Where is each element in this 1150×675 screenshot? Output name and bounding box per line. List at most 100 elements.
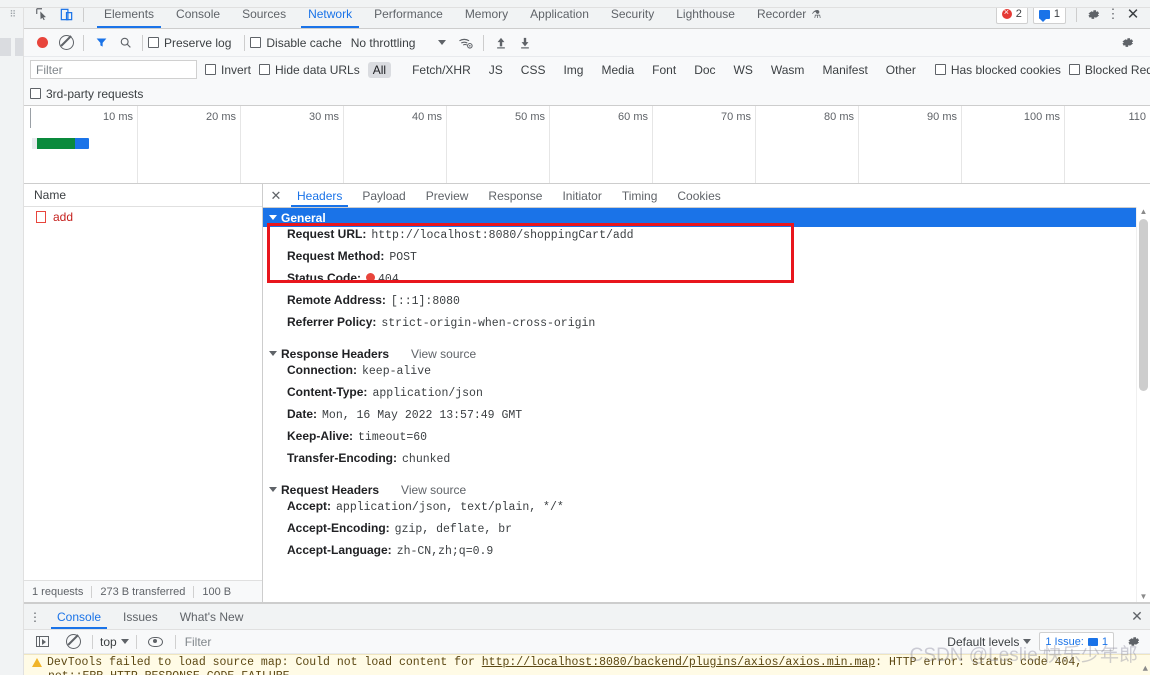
row-value: [::1]:8080 (390, 295, 460, 308)
close-drawer-icon[interactable]: ✕ (1124, 604, 1150, 629)
clear-console-icon[interactable] (61, 631, 85, 653)
close-details-icon[interactable]: ✕ (265, 184, 287, 207)
hide-data-urls-checkbox[interactable]: Hide data URLs (259, 63, 360, 77)
type-filter-doc[interactable]: Doc (689, 62, 720, 78)
section-response-headers-header[interactable]: Response Headers View source (263, 344, 1150, 363)
overview-tick: 30 ms (241, 106, 344, 183)
log-levels-dropdown[interactable]: Default levels (947, 635, 1032, 649)
network-settings-gear-icon[interactable] (1116, 32, 1138, 54)
row-value: application/json (372, 387, 483, 400)
row-key: Content-Type: (287, 385, 368, 399)
scroll-up-arrow-icon[interactable]: ▲ (1139, 207, 1148, 217)
left-gutter: ⠿ (0, 0, 24, 675)
scroll-down-arrow-icon[interactable]: ▼ (1139, 592, 1148, 602)
overview-tick: 100 ms (962, 106, 1065, 183)
row-key: Status Code: (287, 271, 362, 285)
tab-label: Memory (464, 7, 509, 21)
type-filter-img[interactable]: Img (558, 62, 588, 78)
drawer-tab-whats-new[interactable]: What's New (169, 604, 255, 629)
row-key: Remote Address: (287, 293, 386, 307)
console-sidebar-toggle-icon[interactable] (30, 631, 54, 653)
drawer-tab-issues[interactable]: Issues (112, 604, 169, 629)
type-filter-wasm[interactable]: Wasm (766, 62, 810, 78)
type-filter-fetch-xhr[interactable]: Fetch/XHR (407, 62, 476, 78)
tab-initiator[interactable]: Initiator (552, 184, 611, 207)
tab-cookies[interactable]: Cookies (667, 184, 730, 207)
import-har-icon[interactable] (489, 32, 513, 54)
disable-cache-checkbox[interactable]: Disable cache (250, 36, 342, 50)
overview-tick: 90 ms (859, 106, 962, 183)
view-source-link[interactable]: View source (401, 483, 466, 497)
table-row[interactable]: add (24, 207, 262, 226)
checkbox-box (205, 64, 216, 75)
execution-context-dropdown[interactable]: top (100, 635, 129, 649)
type-filter-other[interactable]: Other (881, 62, 921, 78)
invert-checkbox[interactable]: Invert (205, 63, 251, 77)
warning-icon (32, 658, 42, 667)
detail-row-transfer-encoding: Transfer-Encoding: chunked (263, 451, 1150, 473)
tab-label: Issues (123, 609, 158, 624)
third-party-row: 3rd-party requests (24, 82, 1150, 106)
type-filter-font[interactable]: Font (647, 62, 681, 78)
detail-row-date: Date: Mon, 16 May 2022 13:57:49 GMT (263, 407, 1150, 429)
console-filter-input[interactable] (182, 632, 317, 651)
live-expression-eye-icon[interactable] (144, 631, 168, 653)
third-party-requests-checkbox[interactable]: 3rd-party requests (30, 87, 143, 101)
tab-response[interactable]: Response (478, 184, 552, 207)
filter-funnel-icon[interactable] (89, 32, 113, 54)
tick-label: 60 ms (618, 111, 648, 123)
network-overview-timeline[interactable]: 10 ms 20 ms 30 ms 40 ms 50 ms 60 ms 70 m… (24, 106, 1150, 184)
row-key: Accept: (287, 499, 332, 513)
tab-label: Sources (242, 7, 287, 21)
type-filter-all[interactable]: All (367, 61, 392, 78)
type-filter-js[interactable]: JS (484, 62, 508, 78)
tab-payload[interactable]: Payload (352, 184, 415, 207)
view-source-link[interactable]: View source (411, 347, 476, 361)
gutter-dots-icon: ⠿ (9, 9, 17, 19)
document-icon (36, 210, 46, 223)
drawer-tab-console[interactable]: Console (46, 604, 112, 629)
message-link[interactable]: http://localhost:8080/backend/plugins/ax… (482, 656, 875, 669)
network-conditions-icon[interactable] (454, 32, 478, 54)
search-icon[interactable] (113, 32, 137, 54)
execution-context-value: top (100, 634, 117, 649)
has-blocked-cookies-checkbox[interactable]: Has blocked cookies (934, 63, 1061, 77)
tab-preview[interactable]: Preview (416, 184, 479, 207)
row-key: Request URL: (287, 227, 367, 241)
issues-badge[interactable]: 1 Issue: 1 (1039, 632, 1114, 651)
throttling-dropdown[interactable]: No throttling (351, 36, 447, 50)
net-divider-2 (142, 34, 143, 51)
message-icon (1038, 9, 1050, 22)
tab-label: Cookies (677, 188, 721, 203)
request-rows: add (24, 207, 262, 580)
console-settings-gear-icon[interactable] (1122, 631, 1144, 653)
section-general-header[interactable]: General (263, 208, 1150, 227)
request-list-column-header[interactable]: Name (24, 184, 262, 207)
drawer-more-options-icon[interactable]: ⋮ (24, 604, 46, 629)
details-scrollbar[interactable]: ▲ ▼ (1136, 207, 1150, 602)
console-message-warning[interactable]: DevTools failed to load source map: Coul… (24, 655, 1150, 669)
console-scroll-up-icon[interactable]: ▲ (1143, 664, 1148, 674)
preserve-log-checkbox[interactable]: Preserve log (148, 36, 231, 50)
type-filter-css[interactable]: CSS (516, 62, 551, 78)
section-request-headers-header[interactable]: Request Headers View source (263, 480, 1150, 499)
type-filter-media[interactable]: Media (596, 62, 639, 78)
overview-request-bar (32, 138, 89, 149)
request-details-panel: ✕ Headers Payload Preview Response Initi… (263, 184, 1150, 602)
tab-headers[interactable]: Headers (287, 184, 352, 207)
scrollbar-thumb[interactable] (1139, 219, 1148, 391)
export-har-icon[interactable] (513, 32, 537, 54)
clear-network-log-icon[interactable] (54, 32, 78, 54)
console-toolbar: top Default levels 1 Issue: 1 (24, 630, 1150, 654)
checkbox-box (30, 88, 41, 99)
message-count-label: 1 (1053, 8, 1060, 20)
type-filter-manifest[interactable]: Manifest (817, 62, 872, 78)
network-filter-input[interactable] (30, 60, 197, 79)
status-divider (193, 585, 195, 598)
row-value: application/json, text/plain, */* (336, 501, 564, 514)
headers-content: General Request URL: http://localhost:80… (263, 208, 1150, 602)
record-button[interactable] (30, 32, 54, 54)
blocked-requests-checkbox[interactable]: Blocked Requests (1068, 63, 1150, 77)
type-filter-ws[interactable]: WS (729, 62, 758, 78)
tab-timing[interactable]: Timing (612, 184, 668, 207)
